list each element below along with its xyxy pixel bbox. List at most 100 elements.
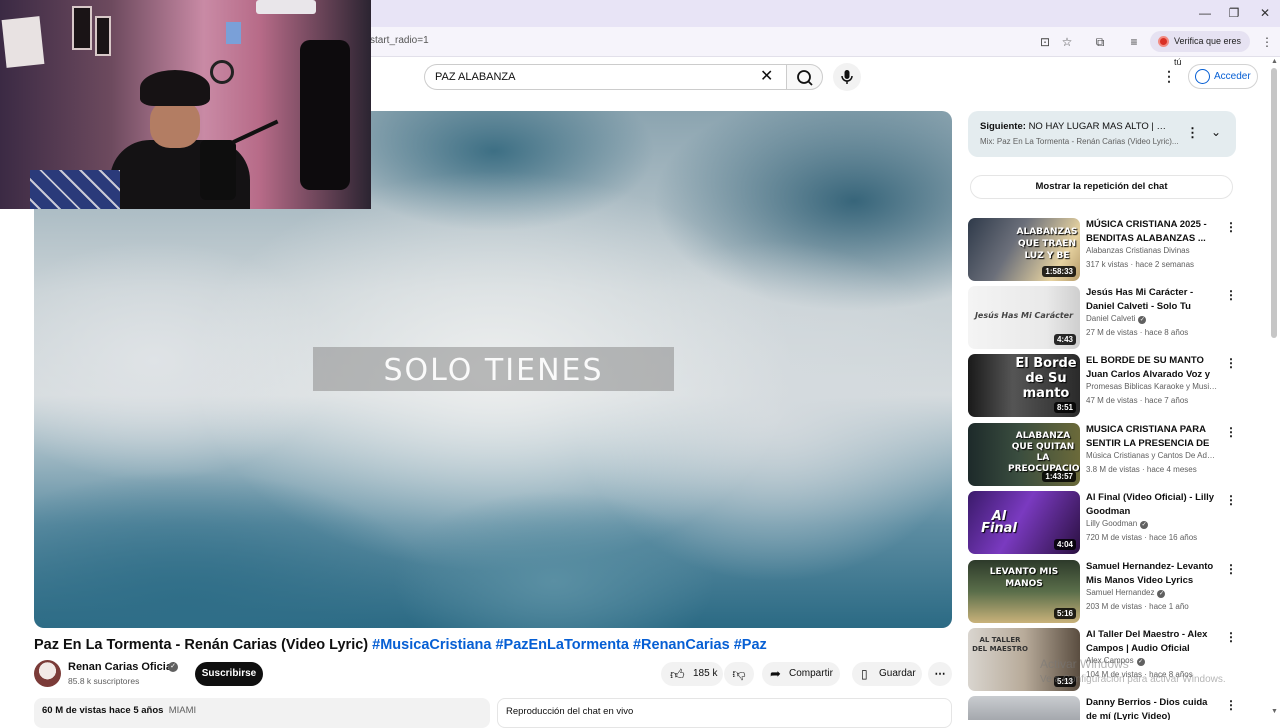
- recommendation-item[interactable]: Al Final 4:04 Al Final (Video Oficial) -…: [968, 491, 1238, 555]
- recommendation-channel[interactable]: Daniel Calveti ✓: [1086, 314, 1218, 324]
- recommendation-menu-icon[interactable]: ⋮: [1225, 493, 1237, 507]
- thumbs-down-icon: 👎︎: [732, 666, 746, 681]
- recommendation-channel[interactable]: Promesas Biblicas Karaoke y Musica Cri..…: [1086, 382, 1218, 391]
- bookmark-icon: ▯: [861, 667, 868, 681]
- install-app-icon[interactable]: ⊡: [1036, 33, 1054, 51]
- clear-search-icon[interactable]: ✕: [760, 66, 773, 86]
- recommendation-channel[interactable]: Música Cristianas y Cantos De Adoración: [1086, 451, 1218, 460]
- save-button[interactable]: ▯ Guardar: [852, 662, 922, 686]
- recommendation-menu-icon[interactable]: ⋮: [1225, 630, 1237, 644]
- recommendation-title[interactable]: Samuel Hernandez- Levanto Mis Manos Vide…: [1086, 560, 1218, 587]
- search-icon: [797, 70, 813, 86]
- webcam-window: [226, 22, 241, 44]
- webcam-microphone: [200, 140, 236, 200]
- up-next-menu-icon[interactable]: ⋮: [1186, 125, 1199, 141]
- channel-avatar[interactable]: [34, 660, 61, 687]
- video-thumbnail[interactable]: Jesús Has Mi Carácter 4:43: [968, 286, 1080, 349]
- recommendation-channel[interactable]: Lilly Goodman ✓: [1086, 519, 1218, 529]
- up-next-video-title: NO HAY LUGAR MAS ALTO | Miel ...: [1028, 121, 1170, 132]
- share-button[interactable]: ➦ Compartir: [762, 662, 840, 686]
- recommendation-title[interactable]: Al Taller Del Maestro - Alex Campos | Au…: [1086, 628, 1218, 655]
- watermark-subtitle: Ve a Configuración para activar Windows.: [1040, 674, 1226, 685]
- thumbnail-text: Jesús Has Mi Carácter: [974, 311, 1074, 320]
- recommendation-title[interactable]: EL BORDE DE SU MANTO Juan Carlos Alvarad…: [1086, 354, 1218, 381]
- signin-button[interactable]: Acceder: [1188, 64, 1258, 89]
- recommendation-menu-icon[interactable]: ⋮: [1225, 562, 1237, 576]
- account-icon: [1195, 69, 1210, 84]
- microphone-icon: [841, 70, 853, 84]
- recommendation-item[interactable]: Danny Berrios - Dios cuida de mí (Lyric …: [968, 696, 1238, 720]
- voice-search-button[interactable]: [833, 63, 861, 91]
- video-thumbnail[interactable]: LEVANTO MIS MANOS 5:16: [968, 560, 1080, 623]
- close-window-button[interactable]: ✕: [1250, 5, 1280, 21]
- duration-badge: 8:51: [1053, 402, 1076, 413]
- description-box[interactable]: 60 M de vistas hace 5 años MIAMI: [34, 698, 490, 728]
- webcam-chair: [30, 170, 120, 209]
- recommendation-menu-icon[interactable]: ⋮: [1225, 288, 1237, 302]
- live-chat-replay-panel[interactable]: Reproducción del chat en vivo: [497, 698, 952, 728]
- thumbnail-text: LEVANTO MIS MANOS: [989, 567, 1059, 589]
- thumbnail-text: ALABANZA QUE QUITAN LA PREOCUPACION: [1008, 431, 1080, 474]
- show-chat-replay-button[interactable]: Mostrar la repetición del chat: [970, 175, 1233, 199]
- dislike-button[interactable]: 👎︎: [724, 662, 754, 686]
- scroll-up-arrow-icon[interactable]: ▲: [1271, 58, 1278, 65]
- channel-name-text: Daniel Calveti: [1086, 314, 1136, 323]
- recommendation-channel[interactable]: Alabanzas Cristianas Divinas: [1086, 246, 1218, 255]
- recommendation-menu-icon[interactable]: ⋮: [1225, 220, 1237, 234]
- share-icon: ➦: [770, 666, 781, 681]
- recommendation-item[interactable]: ALABANZAS QUE TRAEN LUZ Y BE 1:58:33 MÚS…: [968, 218, 1238, 282]
- video-title: Paz En La Tormenta - Renán Carias (Video…: [34, 637, 767, 653]
- recommendation-title[interactable]: Danny Berrios - Dios cuida de mí (Lyric …: [1086, 696, 1218, 720]
- chevron-down-icon[interactable]: ⌄: [1211, 125, 1221, 139]
- lyric-overlay-box: SOLO TIENES: [313, 347, 674, 391]
- subscribe-button[interactable]: Suscribirse: [195, 662, 263, 686]
- share-label: Compartir: [789, 668, 833, 679]
- recommendation-item[interactable]: LEVANTO MIS MANOS 5:16 Samuel Hernandez-…: [968, 560, 1238, 624]
- subscriber-count: 85.8 k suscriptores: [68, 676, 140, 686]
- recommendation-item[interactable]: ALABANZA QUE QUITAN LA PREOCUPACION 1:43…: [968, 423, 1238, 487]
- webcam-overlay: [0, 0, 371, 209]
- extensions-icon[interactable]: ⧉: [1091, 33, 1109, 51]
- bookmark-star-icon[interactable]: ☆: [1058, 33, 1076, 51]
- up-next-panel[interactable]: Siguiente: NO HAY LUGAR MAS ALTO | Miel …: [968, 111, 1236, 157]
- recommendation-title[interactable]: Jesús Has Mi Carácter - Daniel Calveti -…: [1086, 286, 1218, 313]
- settings-menu-icon[interactable]: ⋮: [1162, 68, 1176, 85]
- video-thumbnail[interactable]: [968, 696, 1080, 720]
- search-input[interactable]: PAZ ALABANZA: [424, 64, 786, 90]
- recommendation-item[interactable]: El Borde de Su manto 8:51 EL BORDE DE SU…: [968, 354, 1238, 418]
- channel-name[interactable]: Renan Carias Oficial: [68, 661, 175, 673]
- recommendation-title[interactable]: MUSICA CRISTIANA PARA SENTIR LA PRESENCI…: [1086, 423, 1218, 450]
- verify-profile-button[interactable]: Verifica que eres tú: [1150, 31, 1250, 67]
- location-tag[interactable]: MIAMI: [169, 705, 196, 716]
- recommendation-channel[interactable]: Samuel Hernandez ✓: [1086, 588, 1218, 598]
- scroll-down-arrow-icon[interactable]: ▼: [1271, 708, 1278, 715]
- webcam-wagon-wheel: [210, 60, 234, 84]
- video-thumbnail[interactable]: El Borde de Su manto 8:51: [968, 354, 1080, 417]
- video-thumbnail[interactable]: ALABANZA QUE QUITAN LA PREOCUPACION 1:43…: [968, 423, 1080, 486]
- video-thumbnail[interactable]: Al Final 4:04: [968, 491, 1080, 554]
- recommendation-menu-icon[interactable]: ⋮: [1225, 356, 1237, 370]
- video-thumbnail[interactable]: ALABANZAS QUE TRAEN LUZ Y BE 1:58:33: [968, 218, 1080, 281]
- save-label: Guardar: [879, 668, 916, 679]
- windows-activation-watermark: Activar Windows Ve a Configuración para …: [1040, 656, 1226, 688]
- recommendation-title[interactable]: Al Final (Video Oficial) - Lilly Goodman: [1086, 491, 1218, 518]
- recommendation-item[interactable]: Jesús Has Mi Carácter 4:43 Jesús Has Mi …: [968, 286, 1238, 350]
- verify-label: Verifica que eres tú: [1174, 36, 1242, 67]
- webcam-air-conditioner: [256, 0, 316, 14]
- recommendation-menu-icon[interactable]: ⋮: [1225, 425, 1237, 439]
- webcam-picture-frame: [72, 6, 92, 50]
- video-hashtags[interactable]: #MusicaCristiana #PazEnLaTormenta #Renan…: [372, 637, 767, 653]
- recommendation-meta: 47 M de vistas · hace 7 años: [1086, 396, 1189, 405]
- search-button[interactable]: [786, 64, 823, 90]
- recommendation-title[interactable]: MÚSICA CRISTIANA 2025 - BENDITAS ALABANZ…: [1086, 218, 1218, 245]
- page-scrollbar-thumb[interactable]: [1271, 68, 1277, 338]
- webcam-cowboy-hat: [140, 70, 210, 106]
- recommendation-menu-icon[interactable]: ⋮: [1225, 698, 1237, 712]
- url-text[interactable]: start_radio=1: [370, 35, 429, 46]
- restore-button[interactable]: ❐: [1219, 5, 1249, 21]
- browser-menu-icon[interactable]: ⋮: [1258, 33, 1276, 51]
- minimize-button[interactable]: —: [1190, 5, 1220, 21]
- media-controls-icon[interactable]: ≡: [1125, 33, 1143, 51]
- like-button[interactable]: 👍︎ 185 k: [661, 662, 723, 686]
- more-actions-button[interactable]: ⋯: [928, 662, 952, 686]
